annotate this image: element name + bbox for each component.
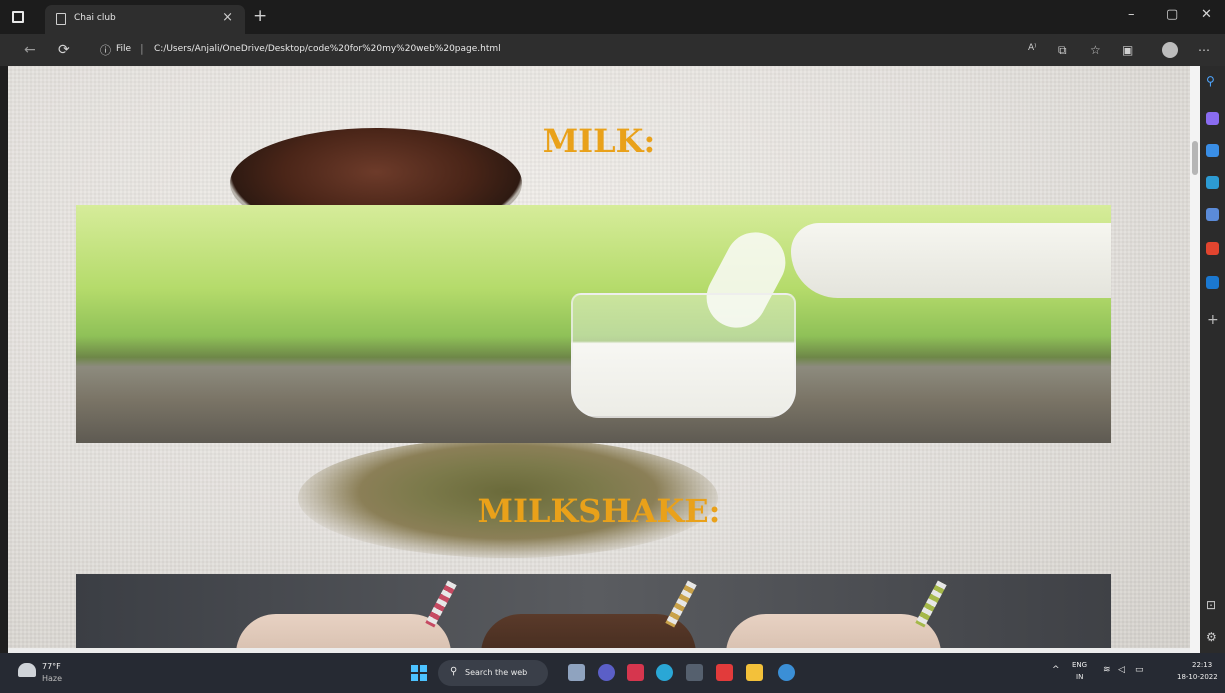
tray-chevron-icon[interactable]: ^ (1052, 665, 1060, 675)
info-icon[interactable]: ⓘ (100, 42, 111, 58)
milkshake-heading: MILKSHAKE: (477, 492, 721, 530)
store-icon[interactable] (686, 664, 703, 681)
browser-app-icon[interactable] (778, 664, 795, 681)
file-explorer-icon[interactable] (746, 664, 763, 681)
straw (425, 580, 457, 628)
tab-strip: Chai club × + – ▢ ✕ (0, 0, 1225, 34)
minimize-button[interactable]: – (1128, 7, 1135, 22)
address-bar[interactable]: ⓘ File | C:/Users/Anjali/OneDrive/Deskto… (94, 39, 1189, 61)
start-button[interactable] (411, 665, 427, 681)
language-line1[interactable]: ENG (1072, 661, 1087, 669)
milk-heading: MILK: (542, 122, 656, 160)
address-bar-row: ← ⟳ ⓘ File | C:/Users/Anjali/OneDrive/De… (0, 34, 1225, 66)
taskbar-search[interactable]: ⚲ Search the web (438, 660, 548, 686)
search-icon[interactable]: ⚲ (1206, 74, 1215, 88)
search-label: Search the web (465, 668, 528, 677)
weather-condition: Haze (42, 674, 63, 683)
tag-icon[interactable] (1206, 144, 1219, 157)
clock-date[interactable]: 18-10-2022 (1177, 673, 1218, 681)
favorites-icon[interactable]: ☆ (1090, 43, 1101, 57)
wps-office-icon[interactable] (716, 664, 733, 681)
more-icon[interactable]: ⋯ (1198, 43, 1210, 57)
tab-actions-icon[interactable] (12, 11, 24, 23)
split-screen-icon[interactable]: ▣ (1122, 43, 1133, 57)
milk-jug (791, 223, 1111, 298)
briefcase-icon[interactable] (1206, 176, 1219, 189)
profile-icon[interactable] (1162, 42, 1178, 58)
url-scheme-label: File (116, 44, 132, 54)
maximize-button[interactable]: ▢ (1166, 7, 1178, 22)
milkshake-image (76, 574, 1111, 653)
straw (915, 580, 947, 628)
office-icon[interactable] (1206, 242, 1219, 255)
search-icon: ⚲ (450, 666, 458, 677)
volume-icon[interactable]: ◁ (1118, 665, 1125, 675)
url-text[interactable]: C:/Users/Anjali/OneDrive/Desktop/code%20… (154, 44, 501, 54)
new-tab-button[interactable]: + (253, 6, 267, 26)
battery-icon[interactable]: ▭ (1135, 665, 1144, 675)
tab-chai-club[interactable]: Chai club × (45, 5, 245, 34)
wifi-icon[interactable]: ≋ (1103, 665, 1111, 675)
clock-time[interactable]: 22:13 (1192, 661, 1212, 669)
back-icon[interactable]: ← (24, 42, 36, 58)
sparkle-icon[interactable] (1206, 112, 1219, 125)
taskbar: 77°F Haze ⚲ Search the web ^ ENG IN ≋ ◁ … (0, 653, 1225, 693)
tab-title: Chai club (74, 13, 116, 23)
chat-icon[interactable] (598, 664, 615, 681)
edge-icon[interactable] (656, 664, 673, 681)
page-icon (56, 13, 66, 25)
scrollbar-thumb[interactable] (1192, 141, 1198, 175)
straw (665, 580, 697, 628)
outlook-icon[interactable] (1206, 276, 1219, 289)
collections-icon[interactable]: ⧉ (1058, 43, 1067, 58)
vertical-scrollbar[interactable] (1190, 66, 1200, 653)
weather-temp: 77°F (42, 662, 61, 671)
add-icon[interactable]: + (1207, 312, 1219, 328)
language-line2[interactable]: IN (1076, 673, 1083, 681)
refresh-icon[interactable]: ⟳ (58, 42, 70, 58)
people-icon[interactable] (1206, 208, 1219, 221)
security-app-icon[interactable] (627, 664, 644, 681)
settings-icon[interactable]: ⚙ (1206, 630, 1217, 644)
screen: Chai club × + – ▢ ✕ ← ⟳ ⓘ File | C:/User… (0, 0, 1225, 693)
milk-image (76, 205, 1111, 443)
read-aloud-icon[interactable]: A⁾ (1028, 43, 1036, 53)
close-window-button[interactable]: ✕ (1201, 7, 1212, 22)
url-separator: | (140, 42, 144, 55)
weather-icon[interactable] (18, 663, 36, 677)
task-view-icon[interactable] (568, 664, 585, 681)
edge-sidebar: ⚲ + ⊡ ⚙ (1200, 66, 1225, 653)
page-viewport: MILK: MILKSHAKE: (8, 66, 1190, 653)
milk-glass (571, 293, 796, 418)
close-tab-icon[interactable]: × (222, 10, 233, 25)
layout-icon[interactable]: ⊡ (1206, 598, 1216, 612)
